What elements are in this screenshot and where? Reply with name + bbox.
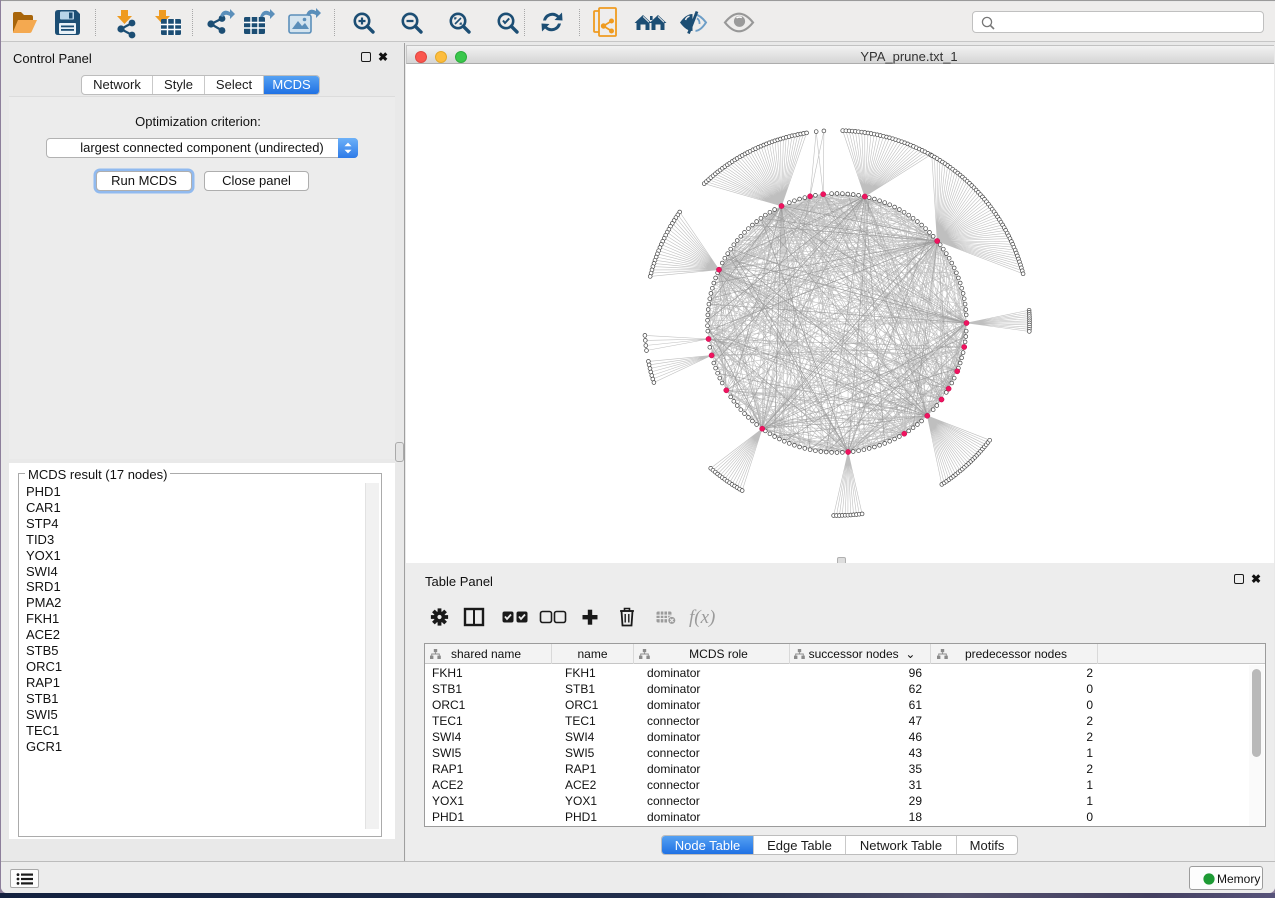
svg-text:f(x): f(x)	[689, 607, 715, 628]
